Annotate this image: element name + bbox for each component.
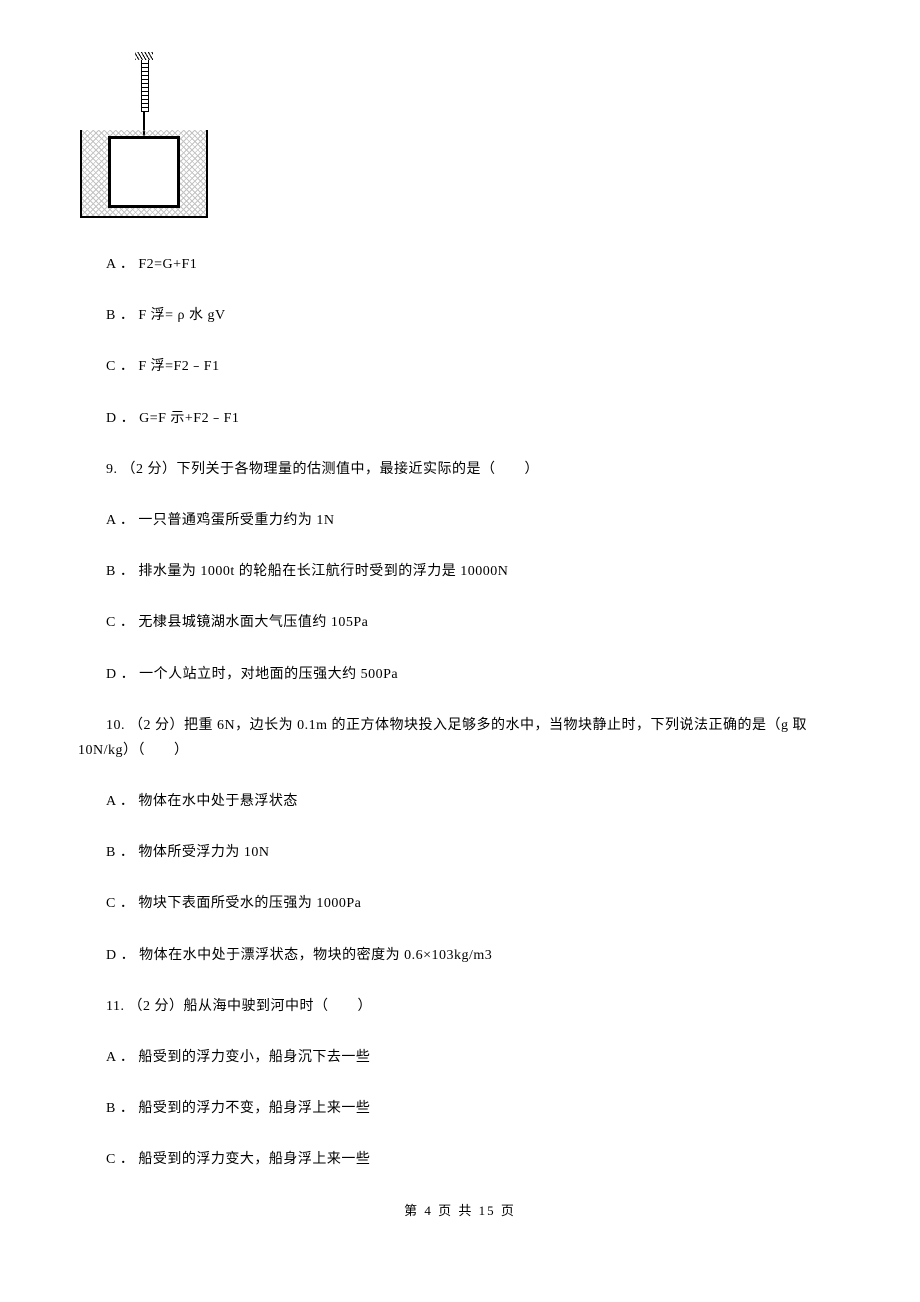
q8-option-b: B ． F 浮= ρ 水 gV [78,303,842,328]
q8-option-c: C ． F 浮=F2﹣F1 [78,354,842,379]
q9-option-a: A ． 一只普通鸡蛋所受重力约为 1N [78,508,842,533]
q11-option-a: A ． 船受到的浮力变小，船身沉下去一些 [78,1045,842,1070]
q10-option-d: D ． 物体在水中处于漂浮状态，物块的密度为 0.6×103kg/m3 [78,943,842,968]
page-footer: 第 4 页 共 15 页 [78,1199,842,1222]
q10-option-b: B ． 物体所受浮力为 10N [78,840,842,865]
document-page: A ． F2=G+F1 B ． F 浮= ρ 水 gV C ． F 浮=F2﹣F… [0,0,920,1262]
q8-option-d: D ． G=F 示+F2﹣F1 [78,406,842,431]
q11-stem: 11. （2 分）船从海中驶到河中时（ ） [78,994,842,1019]
q10-stem: 10. （2 分）把重 6N，边长为 0.1m 的正方体物块投入足够多的水中，当… [78,713,842,763]
q9-stem: 9. （2 分）下列关于各物理量的估测值中，最接近实际的是（ ） [78,457,842,482]
spring-scale [141,60,149,112]
q11-option-b: B ． 船受到的浮力不变，船身浮上来一些 [78,1096,842,1121]
ceiling-hatch [135,52,153,60]
buoyancy-diagram [80,52,208,222]
q8-option-a: A ． F2=G+F1 [78,252,842,277]
q9-option-b: B ． 排水量为 1000t 的轮船在长江航行时受到的浮力是 10000N [78,559,842,584]
q9-option-c: C ． 无棣县城镜湖水面大气压值约 105Pa [78,610,842,635]
q9-option-d: D ． 一个人站立时，对地面的压强大约 500Pa [78,662,842,687]
q11-option-c: C ． 船受到的浮力变大，船身浮上来一些 [78,1147,842,1172]
q10-option-a: A ． 物体在水中处于悬浮状态 [78,789,842,814]
submerged-cube [108,136,180,208]
q10-option-c: C ． 物块下表面所受水的压强为 1000Pa [78,891,842,916]
